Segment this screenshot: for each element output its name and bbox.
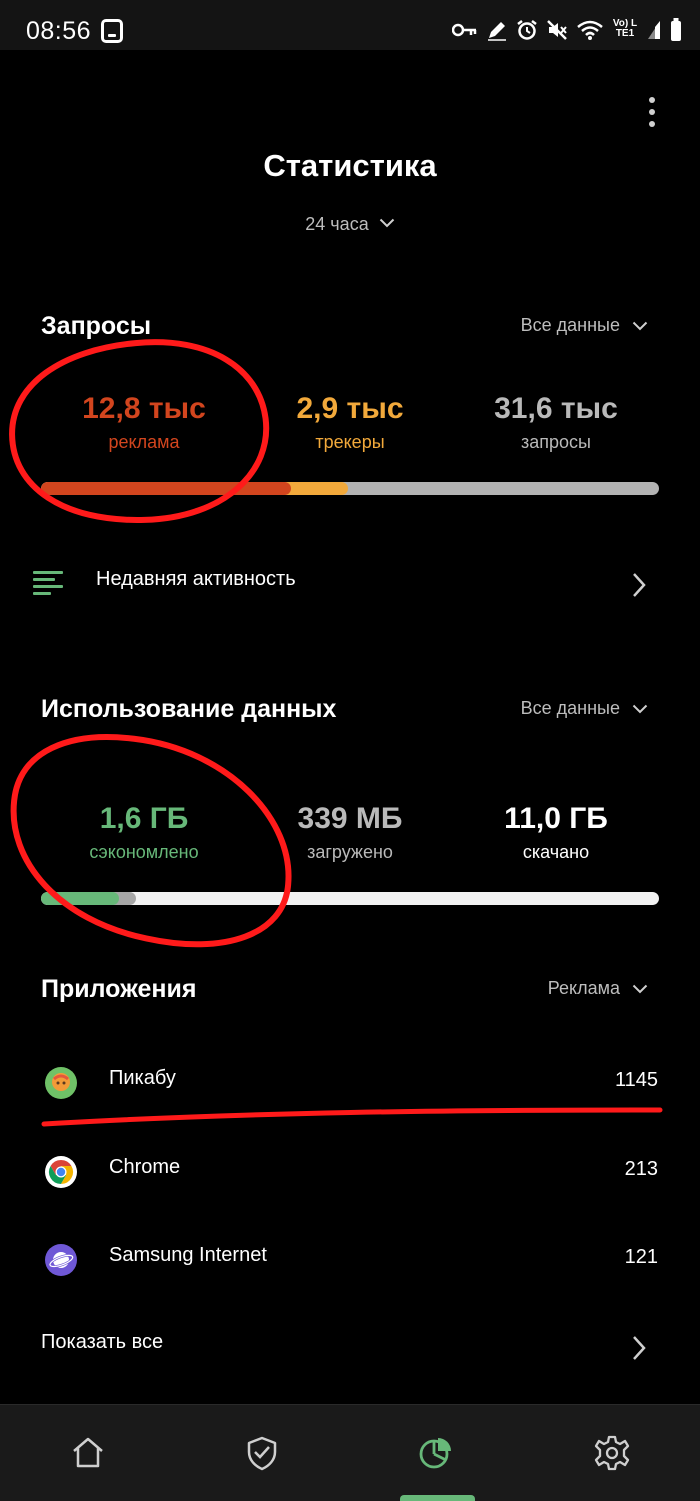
trackers-label: трекеры [315,432,385,452]
statistics-icon[interactable] [416,1433,456,1473]
data-usage-progress-bar [41,892,659,905]
data-usage-filter-label: Все данные [520,698,620,718]
downloaded-label: скачано [522,842,590,862]
app-count: 213 [624,1158,658,1180]
stat-saved: 1,6 ГБ сэкономлено [34,802,254,863]
ads-label: реклама [108,432,180,452]
app-name: Пикабу [109,1067,176,1089]
total-requests-value: 31,6 тыс [494,392,618,425]
battery-icon [670,18,682,42]
requests-filter-label: Все данные [520,315,620,335]
page-title: Статистика [263,148,437,183]
data-usage-title: Использование данных [41,695,337,723]
apps-filter-label: Реклама [547,978,620,998]
pen-icon [486,18,508,42]
data-usage-filter[interactable]: Все данные [521,698,648,719]
app-row-chrome[interactable]: Chrome 213 [0,1141,700,1201]
wifi-icon [576,18,604,42]
status-time: 08:56 [26,17,92,45]
samsung-internet-icon [45,1244,77,1276]
status-bar: 08:56 Vo) LTE1 [0,0,700,50]
alarm-icon [516,18,538,42]
ads-segment [41,482,292,495]
mute-icon [546,18,568,42]
signal-icon [646,18,662,42]
active-tab-indicator [400,1495,475,1501]
stat-total-requests: 31,6 тыс запросы [446,392,666,453]
period-selector[interactable]: 24 часа [0,212,700,235]
stat-trackers: 2,9 тыс трекеры [240,392,460,453]
chevron-down-icon [379,212,395,233]
total-requests-label: запросы [521,432,591,452]
chevron-down-icon [632,315,648,336]
bottom-navigation [0,1404,700,1501]
overflow-menu-icon[interactable] [642,96,662,128]
requests-progress-bar [41,482,659,495]
stat-downloaded: 11,0 ГБ скачано [446,802,666,863]
app-count: 121 [624,1246,658,1268]
network-type-label: Vo) LTE1 [612,19,638,39]
app-row-pikabu[interactable]: Пикабу 1145 [0,1052,700,1112]
app-row-samsung-internet[interactable]: Samsung Internet 121 [0,1229,700,1289]
saved-segment [41,892,120,905]
apps-filter[interactable]: Реклама [548,978,648,999]
saved-label: сэкономлено [89,842,199,862]
uploaded-label: загружено [307,842,393,862]
chevron-right-icon[interactable] [631,572,647,598]
downloaded-value: 11,0 ГБ [504,802,608,835]
period-label: 24 часа [305,214,369,234]
ads-value: 12,8 тыс [82,392,206,425]
list-icon [33,571,65,597]
notification-app-icon [101,19,123,43]
recent-activity-label[interactable]: Недавняя активность [96,568,296,591]
chrome-icon [45,1156,77,1188]
trackers-value: 2,9 тыс [296,392,404,425]
apps-title: Приложения [41,975,197,1003]
chevron-down-icon [632,978,648,999]
pikabu-icon [45,1067,77,1099]
annotation-underline-pikabu [41,1107,663,1127]
requests-title: Запросы [41,312,152,340]
chevron-down-icon [632,698,648,719]
uploaded-value: 339 МБ [297,802,403,835]
status-icons: Vo) LTE1 [452,16,682,44]
vpn-key-icon [452,18,478,42]
stat-uploaded: 339 МБ загружено [240,802,460,863]
app-name: Samsung Internet [109,1244,267,1266]
saved-value: 1,6 ГБ [99,802,189,835]
requests-filter[interactable]: Все данные [521,315,648,336]
chevron-right-icon[interactable] [631,1335,647,1361]
app-count: 1145 [614,1069,658,1091]
stat-ads: 12,8 тыс реклама [34,392,254,453]
app-name: Chrome [109,1156,181,1178]
home-icon[interactable] [68,1433,108,1473]
show-all-link[interactable]: Показать все [41,1331,163,1354]
settings-icon[interactable] [592,1433,632,1473]
shield-check-icon[interactable] [242,1433,282,1473]
